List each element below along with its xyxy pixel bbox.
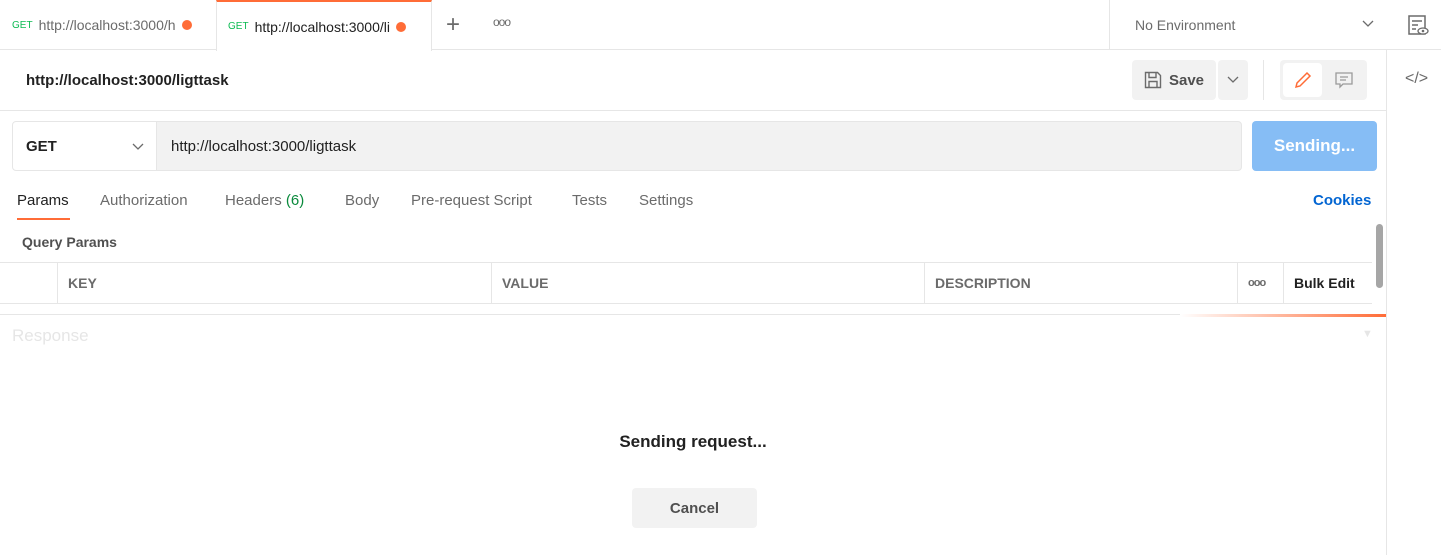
code-snippet-icon[interactable]: </> [1405,70,1428,88]
sending-status: Sending request... [619,432,767,451]
tab-headers[interactable]: Headers (6) [225,192,304,209]
save-icon [1144,71,1162,89]
save-button[interactable]: Save [1132,60,1216,100]
tab-tests[interactable]: Tests [572,192,607,209]
tab-body[interactable]: Body [345,192,379,209]
headers-count: (6) [285,192,305,209]
method-badge: GET [12,19,33,31]
column-value: VALUE [491,263,924,303]
method-badge: GET [228,21,249,32]
bulk-edit-button[interactable]: Bulk Edit [1283,263,1372,303]
column-options-icon[interactable]: ooo [1237,263,1283,303]
scrollbar[interactable] [1376,224,1383,288]
query-params-title: Query Params [22,234,117,250]
url-input[interactable]: http://localhost:3000/ligttask [156,121,1242,171]
chevron-down-icon [1362,20,1374,27]
save-label: Save [1168,71,1205,89]
request-tab-active[interactable]: GET http://localhost:3000/li [216,0,432,51]
response-title: Response [12,326,89,345]
pencil-icon [1294,71,1311,89]
unsaved-dot-icon [395,21,406,32]
request-title: http://localhost:3000/ligttask [26,72,229,89]
chevron-down-icon [132,143,144,150]
environment-quicklook-icon[interactable] [1407,14,1429,36]
divider [1263,60,1264,100]
cookies-link[interactable]: Cookies [1313,192,1371,209]
tab-settings[interactable]: Settings [639,192,693,209]
environment-select[interactable]: No Environment [1109,0,1387,50]
new-tab-plus-icon[interactable]: + [446,11,460,39]
tab-authorization[interactable]: Authorization [100,192,188,209]
loading-bar [1180,314,1386,317]
right-sidebar-divider [1386,50,1387,555]
tab-pre-request-script[interactable]: Pre-request Script [411,192,532,209]
method-select[interactable]: GET [12,121,157,171]
divider [0,314,1386,315]
divider [0,110,1386,111]
collapse-icon[interactable]: ▼ [1362,328,1373,340]
params-table-header: KEY VALUE DESCRIPTION ooo Bulk Edit [0,262,1372,304]
edit-mode-button[interactable] [1283,63,1322,97]
tab-headers-label: Headers [225,192,282,209]
request-tab[interactable]: GET http://localhost:3000/h [0,0,216,50]
cancel-button[interactable]: Cancel [632,488,757,528]
column-key: KEY [57,263,491,303]
chevron-down-icon [1227,76,1239,83]
save-options-button[interactable] [1218,60,1248,100]
comment-icon [1335,72,1353,89]
column-description: DESCRIPTION [924,263,1237,303]
more-tabs-icon[interactable]: ooo [493,15,511,29]
active-tab-indicator [17,218,70,220]
tab-params[interactable]: Params [17,192,69,209]
send-button[interactable]: Sending... [1252,121,1377,171]
comments-button[interactable] [1324,63,1364,97]
unsaved-dot-icon [181,20,192,30]
tab-label: http://localhost:3000/h [38,17,176,33]
environment-label: No Environment [1135,17,1236,33]
tab-label: http://localhost:3000/li [254,18,390,35]
method-label: GET [26,137,57,155]
